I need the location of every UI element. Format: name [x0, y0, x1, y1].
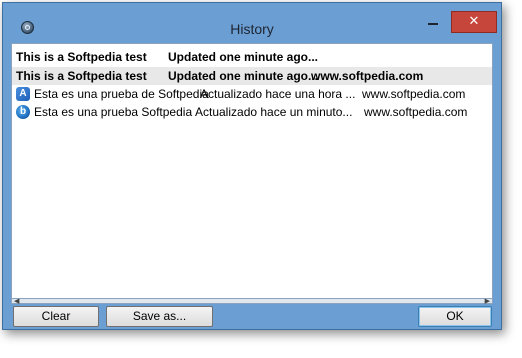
minimize-button[interactable] [420, 11, 446, 31]
item-status: Actualizado hace una hora ... [200, 87, 356, 101]
bing-icon: b [16, 105, 30, 119]
item-status: Updated one minute ago... [168, 69, 319, 83]
list-item[interactable]: A Esta es una prueba de Softpedia Actual… [12, 85, 492, 103]
history-window: History ✕ This is a Softpedia test Updat… [2, 2, 502, 330]
scroll-left-icon[interactable]: ◀ [14, 297, 19, 305]
item-title: Esta es una prueba de Softpedia [34, 87, 209, 101]
horizontal-scrollbar[interactable]: ◀ ▶ [11, 297, 493, 305]
scroll-right-icon[interactable]: ▶ [485, 297, 490, 305]
item-url: www.softpedia.com [311, 69, 424, 83]
item-status: Actualizado hace un minuto... [195, 105, 353, 119]
list-item[interactable]: This is a Softpedia test Updated one min… [12, 48, 492, 66]
item-title: This is a Softpedia test [16, 50, 147, 64]
ok-button[interactable]: OK [418, 306, 492, 327]
clear-button[interactable]: Clear [13, 306, 99, 327]
close-icon: ✕ [468, 14, 480, 29]
history-list[interactable]: This is a Softpedia test Updated one min… [11, 43, 493, 299]
close-button[interactable]: ✕ [451, 11, 497, 33]
item-status: Updated one minute ago... [168, 50, 319, 64]
save-as-button[interactable]: Save as... [106, 306, 213, 327]
list-item[interactable]: b Esta es una prueba Softpedia Actualiza… [12, 103, 492, 121]
item-title: Esta es una prueba Softpedia [34, 105, 193, 119]
item-url: www.softpedia.com [364, 105, 468, 119]
item-title: This is a Softpedia test [16, 69, 147, 83]
title-bar[interactable]: History ✕ [3, 3, 501, 43]
item-url: www.softpedia.com [362, 87, 466, 101]
translate-icon: A [16, 87, 30, 101]
list-item[interactable]: This is a Softpedia test Updated one min… [12, 67, 492, 85]
